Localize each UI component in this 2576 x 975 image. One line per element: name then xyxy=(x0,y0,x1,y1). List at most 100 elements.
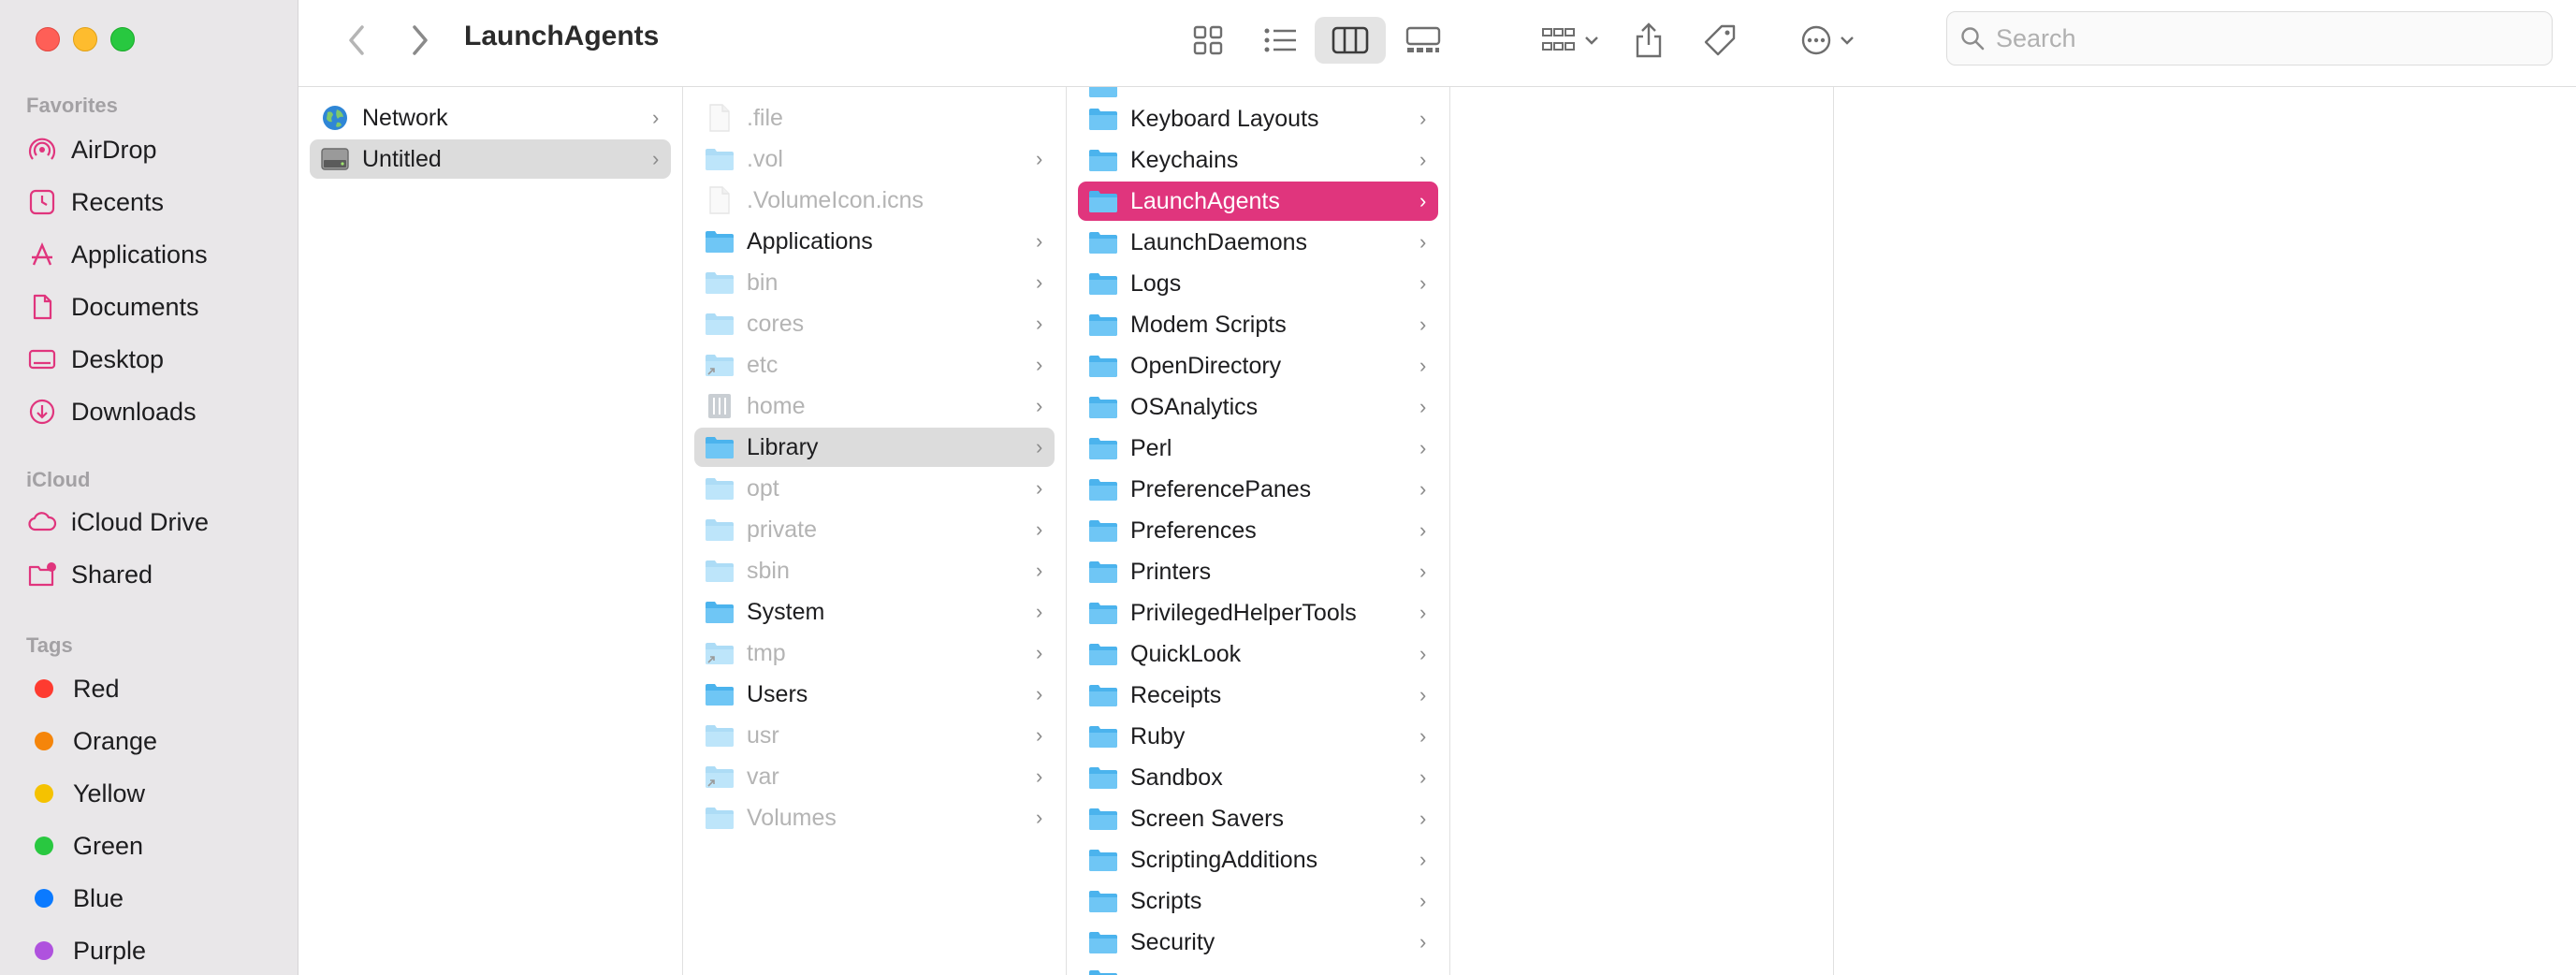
file-row-file[interactable]: .file xyxy=(694,98,1055,138)
sidebar-item-documents[interactable]: Documents xyxy=(26,284,288,329)
list-view-button[interactable] xyxy=(1251,17,1311,64)
folder-icon xyxy=(1087,887,1119,915)
gallery-view-button[interactable] xyxy=(1393,17,1453,64)
file-name: LaunchAgents xyxy=(1130,187,1280,214)
tag-label: Purple xyxy=(73,936,147,965)
file-row-library[interactable]: Library › xyxy=(694,428,1055,467)
file-row-ruby[interactable]: Ruby › xyxy=(1078,717,1438,756)
group-by-button[interactable] xyxy=(1532,17,1608,64)
file-row-launchdaemons[interactable]: LaunchDaemons › xyxy=(1078,223,1438,262)
file-row-keychains[interactable]: Keychains › xyxy=(1078,140,1438,180)
file-row-private[interactable]: private › xyxy=(694,510,1055,549)
search-input[interactable] xyxy=(1994,22,2522,54)
sidebar-item-label: iCloud Drive xyxy=(71,507,210,536)
sidebar-item-icloud-drive[interactable]: iCloud Drive xyxy=(26,500,288,545)
globe-icon xyxy=(319,104,351,132)
file-row-perl[interactable]: Perl › xyxy=(1078,429,1438,468)
search-field[interactable] xyxy=(1946,11,2553,65)
chevron-right-icon: › xyxy=(1419,313,1427,336)
file-row-volumes[interactable]: Volumes › xyxy=(694,798,1055,837)
tag-button[interactable] xyxy=(1696,17,1743,64)
file-row-screen-savers[interactable]: Screen Savers › xyxy=(1078,799,1438,838)
sidebar-item-applications[interactable]: Applications xyxy=(26,232,288,277)
tag-item-green[interactable]: Green xyxy=(26,823,288,868)
zoom-window-button[interactable] xyxy=(110,27,135,51)
sidebar-item-label: Applications xyxy=(71,240,208,269)
chevron-right-icon: › xyxy=(1036,312,1043,335)
alias-folder-icon xyxy=(704,763,735,791)
close-window-button[interactable] xyxy=(36,27,60,51)
toolbar: LaunchAgents xyxy=(298,0,2576,87)
file-row-scriptingadditions[interactable]: ScriptingAdditions › xyxy=(1078,840,1438,880)
tag-color-dot xyxy=(35,941,53,960)
icon-view-button[interactable] xyxy=(1178,17,1238,64)
search-icon xyxy=(1961,27,1985,51)
file-row-opendirectory[interactable]: OpenDirectory › xyxy=(1078,346,1438,386)
file-row-applications[interactable]: Applications › xyxy=(694,222,1055,261)
column-2: .file .vol › .VolumeIcon.icns Applications › b… xyxy=(683,87,1067,975)
file-row-launchagents[interactable]: LaunchAgents › xyxy=(1078,182,1438,221)
file-name: .file xyxy=(747,104,783,131)
sidebar-item-airdrop[interactable]: AirDrop xyxy=(26,127,288,172)
file-row-volumeicon-icns[interactable]: .VolumeIcon.icns xyxy=(694,181,1055,220)
file-row-preferencepanes[interactable]: PreferencePanes › xyxy=(1078,470,1438,509)
tag-item-orange[interactable]: Orange xyxy=(26,719,288,764)
minimize-window-button[interactable] xyxy=(73,27,97,51)
file-row-logs[interactable]: Logs › xyxy=(1078,264,1438,303)
folder-icon xyxy=(704,433,735,461)
tag-item-red[interactable]: Red xyxy=(26,666,288,711)
tag-icon xyxy=(1704,24,1736,56)
sidebar-item-label: Documents xyxy=(71,292,199,321)
file-row-vol[interactable]: .vol › xyxy=(694,139,1055,179)
file-row-usr[interactable]: usr › xyxy=(694,716,1055,755)
folder-icon xyxy=(704,310,735,338)
sidebar-item-desktop[interactable]: Desktop xyxy=(26,337,288,382)
sidebar-item-shared[interactable]: Shared xyxy=(26,552,288,597)
file-row-osanalytics[interactable]: OSAnalytics › xyxy=(1078,387,1438,427)
file-row-untitled[interactable]: Untitled › xyxy=(310,139,671,179)
sidebar-item-downloads[interactable]: Downloads xyxy=(26,389,288,434)
file-row-etc[interactable]: etc › xyxy=(694,345,1055,385)
file-row-system[interactable]: System › xyxy=(694,592,1055,632)
file-row-scripts[interactable]: Scripts › xyxy=(1078,881,1438,921)
file-row-privilegedhelpertools[interactable]: PrivilegedHelperTools › xyxy=(1078,593,1438,633)
file-row-modem-scripts[interactable]: Modem Scripts › xyxy=(1078,305,1438,344)
file-row-bin[interactable]: bin › xyxy=(694,263,1055,302)
sidebar-item-label: Downloads xyxy=(71,397,196,426)
partially-visible-row[interactable] xyxy=(1078,87,1438,106)
folder-icon xyxy=(1087,928,1119,956)
tag-item-blue[interactable]: Blue xyxy=(26,876,288,921)
folder-icon xyxy=(704,721,735,749)
share-button[interactable] xyxy=(1625,17,1672,64)
file-row-opt[interactable]: opt › xyxy=(694,469,1055,508)
partially-visible-row[interactable] xyxy=(1078,961,1438,975)
chevron-right-icon: › xyxy=(652,147,660,170)
chevron-right-icon: › xyxy=(1419,395,1427,418)
more-actions-button[interactable] xyxy=(1790,17,1865,64)
tag-item-purple[interactable]: Purple xyxy=(26,928,288,973)
chevron-right-icon: › xyxy=(1419,930,1427,953)
file-row-receipts[interactable]: Receipts › xyxy=(1078,676,1438,715)
chevron-right-icon: › xyxy=(1419,189,1427,212)
back-button[interactable] xyxy=(336,17,377,64)
chevron-right-icon: › xyxy=(1419,560,1427,583)
file-row-sandbox[interactable]: Sandbox › xyxy=(1078,758,1438,797)
folder-icon xyxy=(704,145,735,173)
file-row-network[interactable]: Network › xyxy=(310,98,671,138)
column-view-button[interactable] xyxy=(1315,17,1386,64)
file-row-tmp[interactable]: tmp › xyxy=(694,633,1055,673)
file-row-sbin[interactable]: sbin › xyxy=(694,551,1055,590)
file-row-printers[interactable]: Printers › xyxy=(1078,552,1438,591)
file-row-home[interactable]: home › xyxy=(694,386,1055,426)
group-icon xyxy=(1542,28,1575,51)
file-row-var[interactable]: var › xyxy=(694,757,1055,796)
chevron-right-icon: › xyxy=(1419,477,1427,501)
tag-item-yellow[interactable]: Yellow xyxy=(26,771,288,816)
file-row-quicklook[interactable]: QuickLook › xyxy=(1078,634,1438,674)
file-row-cores[interactable]: cores › xyxy=(694,304,1055,343)
forward-button[interactable] xyxy=(400,17,441,64)
file-row-security[interactable]: Security › xyxy=(1078,923,1438,962)
file-row-preferences[interactable]: Preferences › xyxy=(1078,511,1438,550)
sidebar-item-recents[interactable]: Recents xyxy=(26,180,288,225)
file-row-users[interactable]: Users › xyxy=(694,675,1055,714)
